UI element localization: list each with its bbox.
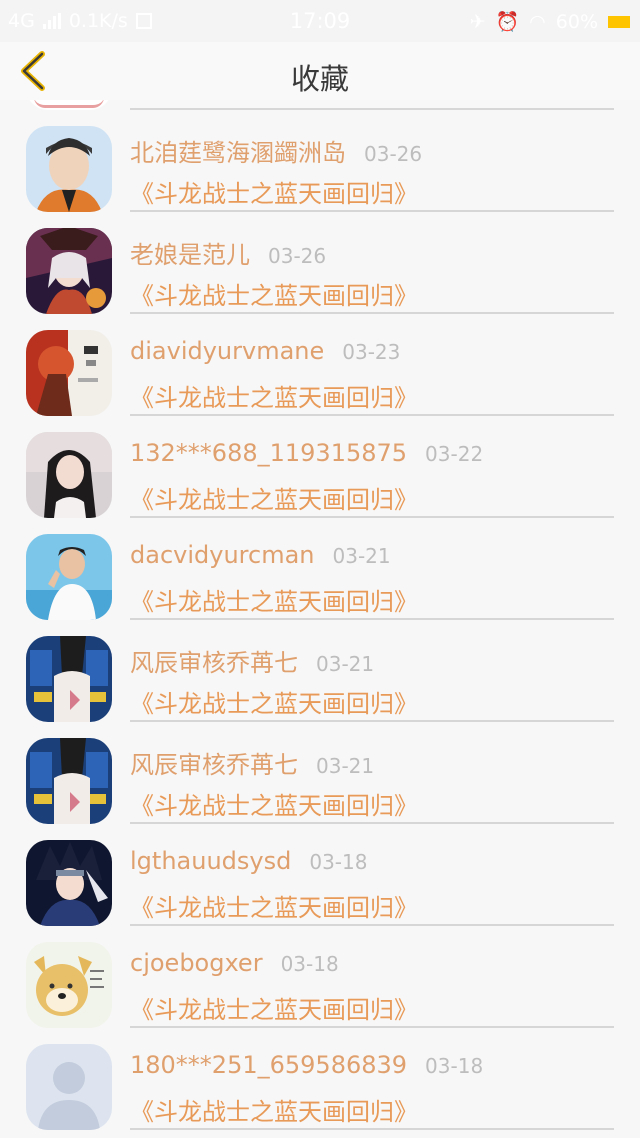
page-title: 收藏 [290,62,349,96]
favorites-list: 北洎莛鹭海溷蠲洲岛 03-26 《斗龙战士之蓝天画回归》 老娘是范儿 03-26… [0,100,640,1138]
list-item[interactable]: 老娘是范儿 03-26 《斗龙战士之蓝天画回归》 [0,202,640,314]
battery-icon [608,15,630,28]
user-name-text: dacvidyurcman [130,541,315,569]
list-item[interactable]: dacvidyurcman 03-21 《斗龙战士之蓝天画回归》 [0,508,640,620]
avatar [26,432,112,518]
divider [130,1128,614,1130]
avatar [26,1044,112,1130]
list-item[interactable]: cjoebogxer 03-18 《斗龙战士之蓝天画回归》 [0,916,640,1028]
avatar [26,534,112,620]
list-item[interactable]: diavidyurvmane 03-23 《斗龙战士之蓝天画回归》 [0,304,640,416]
user-name: cjoebogxer 03-18 [130,949,339,977]
battery-percent: 60% [555,10,598,33]
favorite-date: 03-23 [342,340,401,364]
favorites-screen: 4G 0.1K/s 17:09 ✈ ⏰ ◠ 60% 收藏 北洎莛鹭海溷蠲洲岛 0… [0,0,640,1138]
user-name-text: diavidyurvmane [130,337,325,365]
user-name: 风辰审核乔苒七 03-21 [130,745,374,780]
user-name-text: 老娘是范儿 [130,241,250,269]
user-name-text: 风辰审核乔苒七 [130,751,298,779]
user-name: 北洎莛鹭海溷蠲洲岛 03-26 [130,133,422,168]
list-item[interactable]: 180***251_659586839 03-18 《斗龙战士之蓝天画回归》 [0,1018,640,1130]
user-name: 老娘是范儿 03-26 [130,235,326,270]
list-item[interactable]: 北洎莛鹭海溷蠲洲岛 03-26 《斗龙战士之蓝天画回归》 [0,100,640,212]
user-name-text: 180***251_659586839 [130,1051,408,1079]
user-name: lgthauudsysd 03-18 [130,847,367,875]
list-item[interactable]: lgthauudsysd 03-18 《斗龙战士之蓝天画回归》 [0,814,640,926]
user-name-text: 132***688_119315875 [130,439,408,467]
list-item[interactable]: 风辰审核乔苒七 03-21 《斗龙战士之蓝天画回归》 [0,712,640,824]
favorite-date: 03-26 [364,142,423,166]
avatar [26,330,112,416]
status-bar: 4G 0.1K/s 17:09 ✈ ⏰ ◠ 60% [0,0,640,42]
status-right: ✈ ⏰ ◠ 60% [470,10,630,33]
user-name-text: lgthauudsysd [130,847,292,875]
favorite-date: 03-21 [316,652,375,676]
user-name: diavidyurvmane 03-23 [130,337,400,365]
favorite-date: 03-26 [268,244,327,268]
avatar [26,738,112,824]
favorite-date: 03-18 [280,952,339,976]
alarm-icon: ⏰ [495,11,520,33]
user-name-text: 北洎莛鹭海溷蠲洲岛 [130,139,346,167]
user-name: 180***251_659586839 03-18 [130,1051,483,1079]
list-item[interactable]: 风辰审核乔苒七 03-21 《斗龙战士之蓝天画回归》 [0,610,640,722]
favorite-date: 03-22 [425,442,484,466]
avatar [26,636,112,722]
user-name-text: cjoebogxer [130,949,263,977]
nav-bar: 收藏 [0,42,640,100]
avatar [26,228,112,314]
work-title: 《斗龙战士之蓝天画回归》 [130,1098,418,1126]
user-name: dacvidyurcman 03-21 [130,541,391,569]
list-item[interactable]: 132***688_119315875 03-22 《斗龙战士之蓝天画回归》 [0,406,640,518]
wifi-icon: ◠ [529,10,546,33]
avatar [26,942,112,1028]
favorite-date: 03-18 [425,1054,484,1078]
avatar [26,126,112,212]
user-name: 风辰审核乔苒七 03-21 [130,643,374,678]
favorite-date: 03-21 [316,754,375,778]
airplane-icon: ✈ [469,10,486,33]
favorite-date: 03-18 [309,850,368,874]
user-name-text: 风辰审核乔苒七 [130,649,298,677]
user-name: 132***688_119315875 03-22 [130,439,483,467]
avatar [26,840,112,926]
favorite-date: 03-21 [332,544,391,568]
